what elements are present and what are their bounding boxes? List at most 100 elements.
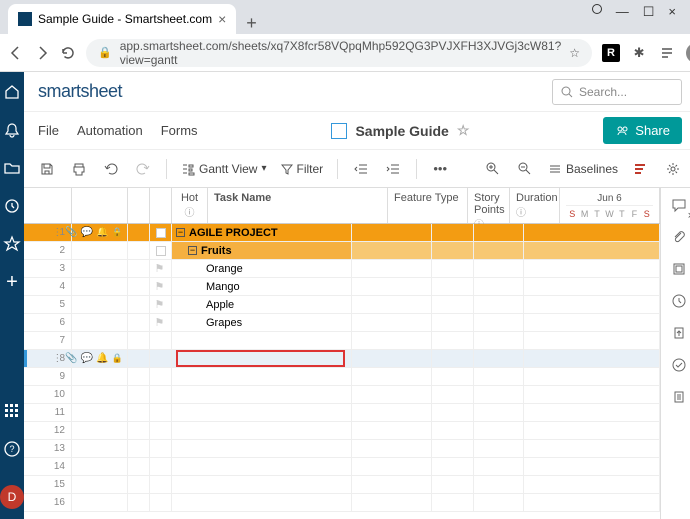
grid-row[interactable]: 6⚑Grapes bbox=[24, 314, 660, 332]
share-button[interactable]: Share bbox=[603, 117, 682, 144]
grid-row[interactable]: 8⋮📎💬🔔🔒 bbox=[24, 350, 660, 368]
grid-row[interactable]: 13 bbox=[24, 440, 660, 458]
lock-icon[interactable]: 🔒 bbox=[112, 353, 123, 364]
zoom-in-icon[interactable] bbox=[484, 160, 502, 178]
redo-icon[interactable] bbox=[134, 160, 152, 178]
attach-icon[interactable]: 📎 bbox=[65, 353, 77, 364]
grid-row[interactable]: 3⚑Orange bbox=[24, 260, 660, 278]
reminder-icon[interactable]: 🔔 bbox=[96, 227, 108, 238]
task-cell[interactable]: Grapes bbox=[172, 314, 352, 331]
task-cell[interactable] bbox=[172, 440, 352, 457]
new-tab-button[interactable]: + bbox=[236, 13, 267, 34]
filter-button[interactable]: Filter bbox=[281, 162, 324, 176]
grid-row[interactable]: 15 bbox=[24, 476, 660, 494]
sheet-grid[interactable]: Hotⓘ Task Name Feature Type Story Points… bbox=[24, 188, 660, 519]
gantt-header[interactable]: Jun 6 SMTWTFS × bbox=[560, 188, 660, 223]
forward-button[interactable] bbox=[34, 44, 50, 62]
browser-tab[interactable]: Sample Guide - Smartsheet.com × bbox=[8, 4, 236, 34]
grid-row[interactable]: 2−Fruits bbox=[24, 242, 660, 260]
more-icon[interactable]: ••• bbox=[431, 160, 449, 178]
attach-icon[interactable]: 📎 bbox=[65, 227, 77, 238]
reading-list-icon[interactable] bbox=[658, 44, 676, 62]
grid-row[interactable]: 11 bbox=[24, 404, 660, 422]
collapse-icon[interactable]: − bbox=[188, 246, 197, 255]
reload-button[interactable] bbox=[60, 44, 76, 62]
column-hot[interactable]: Hotⓘ bbox=[172, 188, 208, 223]
task-cell[interactable] bbox=[172, 332, 352, 349]
tab-info-icon[interactable] bbox=[592, 4, 602, 14]
task-cell[interactable] bbox=[172, 386, 352, 403]
flag-icon[interactable]: ⚑ bbox=[155, 262, 167, 275]
options-icon[interactable]: ⋮ bbox=[52, 353, 62, 364]
comment-icon[interactable]: 💬 bbox=[81, 227, 93, 238]
apps-icon[interactable] bbox=[2, 401, 22, 421]
task-cell[interactable] bbox=[172, 350, 352, 367]
url-input[interactable]: 🔒 app.smartsheet.com/sheets/xq7X8fcr58VQ… bbox=[86, 39, 592, 67]
flag-icon[interactable]: ⚑ bbox=[155, 280, 167, 293]
grid-row[interactable]: 5⚑Apple bbox=[24, 296, 660, 314]
proofs-icon[interactable] bbox=[670, 260, 688, 278]
menu-forms[interactable]: Forms bbox=[161, 123, 198, 138]
favorite-star-icon[interactable]: ☆ bbox=[457, 122, 470, 139]
options-icon[interactable]: ⋮ bbox=[52, 227, 62, 238]
grid-row[interactable]: 14 bbox=[24, 458, 660, 476]
grid-row[interactable]: 10 bbox=[24, 386, 660, 404]
activity-log-icon[interactable] bbox=[670, 356, 688, 374]
publish-icon[interactable] bbox=[670, 324, 688, 342]
task-cell[interactable]: Apple bbox=[172, 296, 352, 313]
task-cell[interactable]: −AGILE PROJECT bbox=[172, 224, 352, 241]
notifications-icon[interactable] bbox=[2, 120, 22, 140]
back-button[interactable] bbox=[8, 44, 24, 62]
task-cell[interactable] bbox=[172, 368, 352, 385]
editing-cell[interactable] bbox=[176, 350, 345, 367]
minimize-button[interactable]: — bbox=[616, 4, 629, 20]
collapse-icon[interactable]: − bbox=[176, 228, 185, 237]
user-avatar[interactable]: D bbox=[0, 485, 24, 509]
extension-r-icon[interactable]: R bbox=[602, 44, 620, 62]
update-requests-icon[interactable] bbox=[670, 292, 688, 310]
grid-row[interactable]: 16 bbox=[24, 494, 660, 512]
baselines-button[interactable]: Baselines bbox=[548, 162, 618, 176]
grid-row[interactable]: 1⋮📎💬🔔🔒−AGILE PROJECT bbox=[24, 224, 660, 242]
grid-row[interactable]: 12 bbox=[24, 422, 660, 440]
critical-path-icon[interactable] bbox=[632, 160, 650, 178]
help-icon[interactable]: ? bbox=[2, 439, 22, 459]
menu-file[interactable]: File bbox=[38, 123, 59, 138]
task-cell[interactable] bbox=[172, 422, 352, 439]
close-window-button[interactable]: × bbox=[668, 4, 676, 20]
task-cell[interactable]: Mango bbox=[172, 278, 352, 295]
home-icon[interactable] bbox=[2, 82, 22, 102]
view-selector[interactable]: Gantt View ▾ bbox=[181, 162, 267, 176]
favorites-icon[interactable] bbox=[2, 234, 22, 254]
outdent-icon[interactable] bbox=[352, 160, 370, 178]
lock-icon[interactable]: 🔒 bbox=[112, 227, 123, 238]
maximize-button[interactable]: ☐ bbox=[643, 4, 655, 20]
indent-icon[interactable] bbox=[384, 160, 402, 178]
save-icon[interactable] bbox=[38, 160, 56, 178]
column-duration[interactable]: Durationⓘ bbox=[510, 188, 560, 223]
task-cell[interactable] bbox=[172, 404, 352, 421]
zoom-out-icon[interactable] bbox=[516, 160, 534, 178]
comment-icon[interactable]: 💬 bbox=[81, 353, 93, 364]
flag-icon[interactable]: ⚑ bbox=[155, 316, 167, 329]
task-cell[interactable] bbox=[172, 476, 352, 493]
flag-icon[interactable]: ⚑ bbox=[155, 298, 167, 311]
column-task[interactable]: Task Name bbox=[208, 188, 388, 223]
column-story[interactable]: Story Pointsⓘ bbox=[468, 188, 510, 223]
column-feature[interactable]: Feature Type bbox=[388, 188, 468, 223]
profile-avatar[interactable]: J bbox=[686, 43, 690, 63]
task-cell[interactable] bbox=[172, 458, 352, 475]
app-logo[interactable]: smartsheet bbox=[38, 81, 122, 102]
close-tab-icon[interactable]: × bbox=[218, 11, 226, 27]
bookmark-star-icon[interactable]: ☆ bbox=[569, 46, 580, 60]
comments-icon[interactable] bbox=[670, 196, 688, 214]
grid-row[interactable]: 7 bbox=[24, 332, 660, 350]
attachments-icon[interactable] bbox=[670, 228, 688, 246]
grid-row[interactable]: 4⚑Mango bbox=[24, 278, 660, 296]
task-cell[interactable]: Orange bbox=[172, 260, 352, 277]
recent-icon[interactable] bbox=[2, 196, 22, 216]
reminder-icon[interactable]: 🔔 bbox=[96, 353, 108, 364]
print-icon[interactable] bbox=[70, 160, 88, 178]
extensions-icon[interactable]: ✱ bbox=[630, 44, 648, 62]
undo-icon[interactable] bbox=[102, 160, 120, 178]
